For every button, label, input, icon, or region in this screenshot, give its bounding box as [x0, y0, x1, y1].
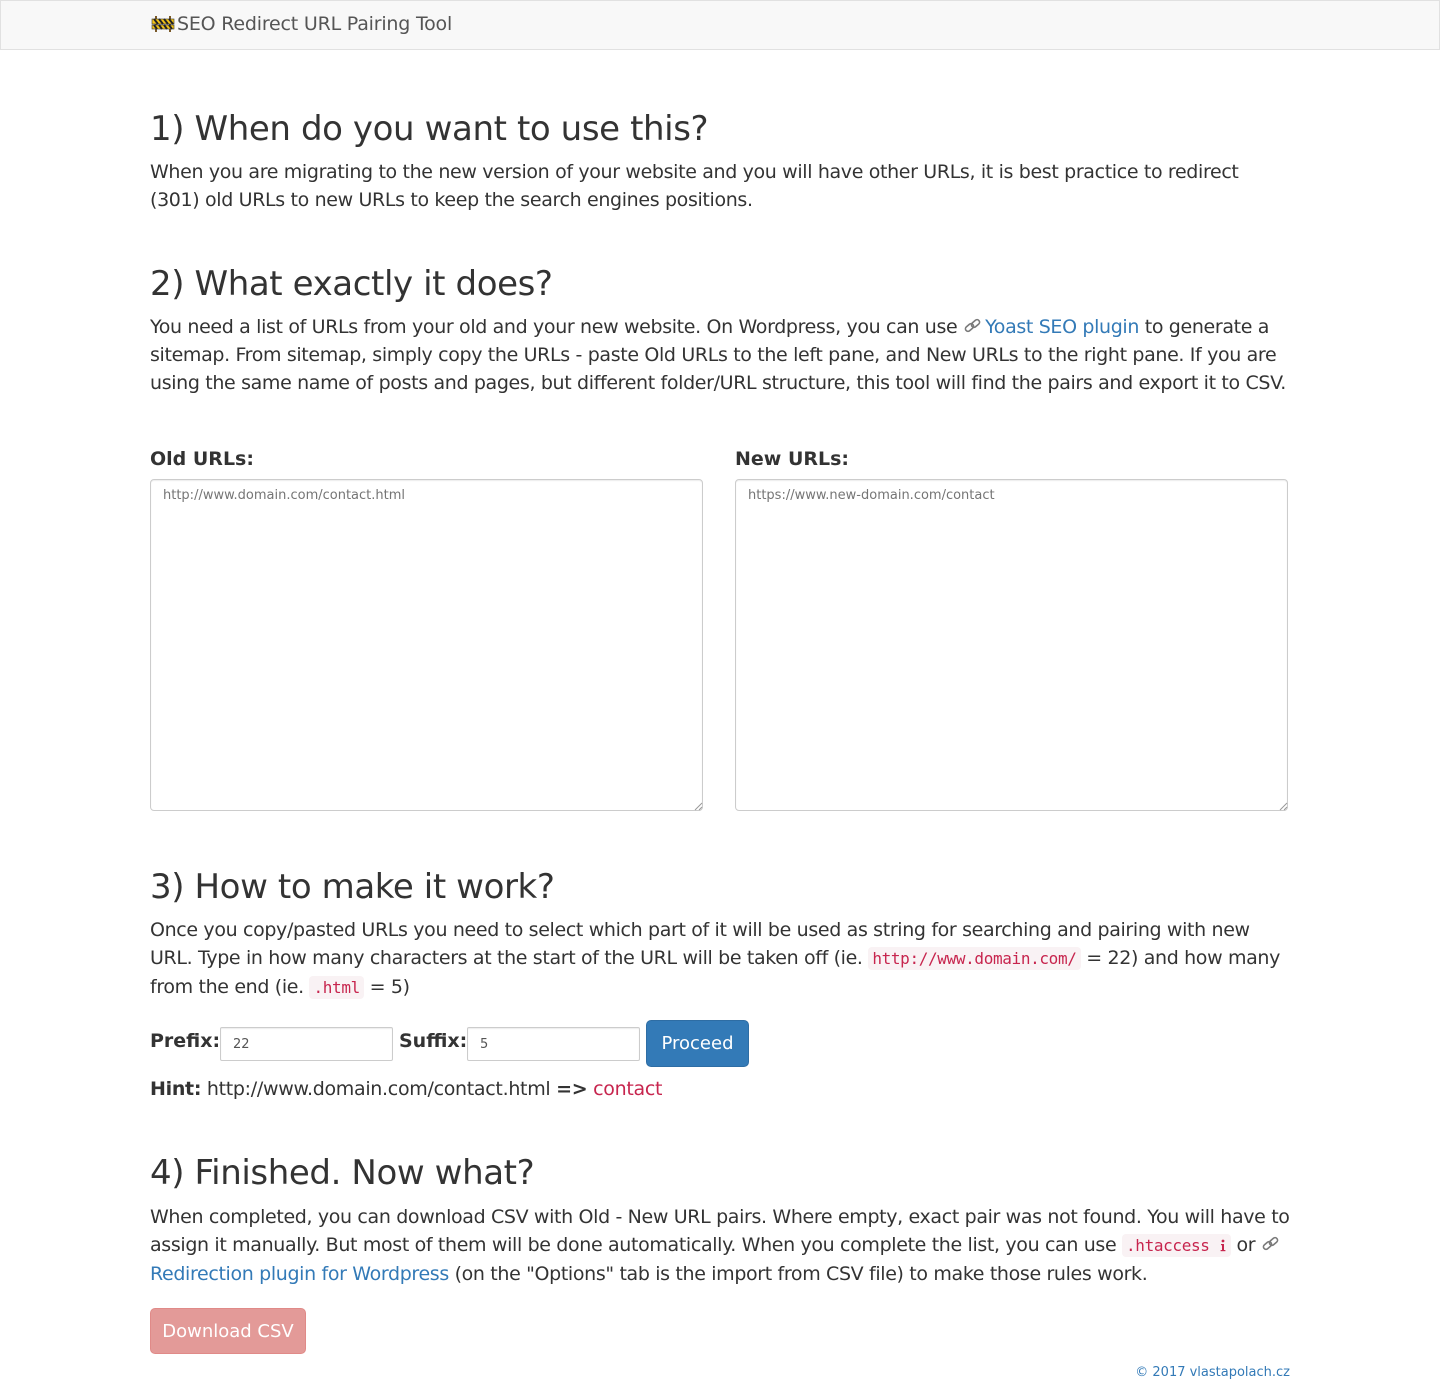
- hint-line: Hint: http://www.domain.com/contact.html…: [150, 1078, 662, 1100]
- prefix-example-code: http://www.domain.com/: [868, 947, 1081, 970]
- resize-grip-icon[interactable]: [693, 801, 703, 811]
- prefix-label: Prefix:: [150, 1030, 221, 1052]
- info-icon: [1220, 1239, 1226, 1252]
- hint-url: http://www.domain.com/contact.html: [206, 1078, 551, 1100]
- section3-body: Once you copy/pasted URLs you need to se…: [150, 916, 1290, 1002]
- download-csv-button[interactable]: Download CSV: [150, 1308, 306, 1354]
- section3-body-part3: = 5): [363, 976, 410, 998]
- section1-body: When you are migrating to the new versio…: [150, 161, 1239, 211]
- yoast-link-text: Yoast SEO plugin: [985, 316, 1140, 338]
- section2-body: You need a list of URLs from your old an…: [150, 313, 1290, 397]
- new-urls-textarea[interactable]: [735, 479, 1288, 811]
- section2-body-start: You need a list of URLs from your old an…: [150, 316, 964, 338]
- section4-body-part2: or: [1230, 1234, 1261, 1256]
- section4-body-part3: (on the "Options" tab is the import from…: [448, 1263, 1148, 1285]
- brand-title: SEO Redirect URL Pairing Tool: [177, 13, 453, 35]
- htaccess-code: .htaccess: [1122, 1234, 1231, 1257]
- navbar: SEO Redirect URL Pairing Tool: [0, 0, 1440, 50]
- section2-heading: 2) What exactly it does?: [150, 264, 553, 304]
- old-urls-textarea[interactable]: [150, 479, 703, 811]
- yoast-seo-plugin-link[interactable]: Yoast SEO plugin: [963, 316, 1139, 338]
- htaccess-code-text: .htaccess: [1126, 1236, 1210, 1255]
- redirection-link-text: Redirection plugin for Wordpress: [150, 1263, 449, 1285]
- proceed-button[interactable]: Proceed: [646, 1020, 749, 1067]
- link-icon: [1262, 1236, 1279, 1251]
- hint-label: Hint:: [150, 1078, 202, 1100]
- link-icon: [964, 318, 981, 333]
- prefix-input[interactable]: [220, 1027, 393, 1061]
- suffix-label: Suffix:: [399, 1030, 468, 1052]
- new-urls-label: New URLs:: [735, 448, 850, 470]
- construction-barrier-icon: [151, 16, 175, 32]
- section1-heading: 1) When do you want to use this?: [150, 109, 709, 149]
- old-urls-label: Old URLs:: [150, 448, 254, 470]
- footer-credit-link[interactable]: © 2017 vlastapolach.cz: [1135, 1365, 1290, 1380]
- section4-body-part1: When completed, you can download CSV wit…: [150, 1206, 1290, 1256]
- section4-body: When completed, you can download CSV wit…: [150, 1203, 1290, 1288]
- suffix-input[interactable]: [467, 1027, 640, 1061]
- resize-grip-icon[interactable]: [1278, 801, 1288, 811]
- hint-result: contact: [593, 1078, 663, 1100]
- brand[interactable]: SEO Redirect URL Pairing Tool: [151, 13, 452, 35]
- suffix-example-code: .html: [309, 976, 364, 999]
- section3-heading: 3) How to make it work?: [150, 867, 555, 907]
- hint-arrow: =>: [556, 1078, 588, 1100]
- section4-heading: 4) Finished. Now what?: [150, 1153, 535, 1193]
